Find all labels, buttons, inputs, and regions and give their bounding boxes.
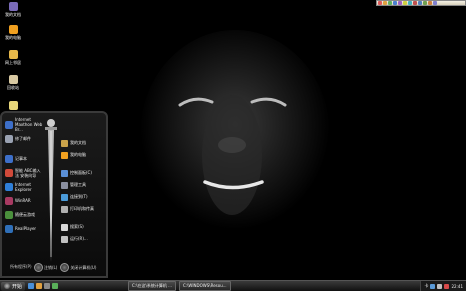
desktop-icon-recycle-bin[interactable]: 回收站 — [2, 75, 24, 90]
tray-clock[interactable]: 22:41 — [451, 284, 463, 289]
toolbar-icon[interactable] — [408, 1, 412, 5]
start-menu-item[interactable]: Internet Explorer — [5, 181, 43, 192]
browser-icon — [5, 120, 13, 129]
notepad-icon — [5, 154, 13, 163]
start-menu-places-list: 我的文档 我的电脑 控制面板(C) 管理工具 连接到(T) 打印机和传真 搜索(… — [61, 138, 105, 268]
toolbar-icon[interactable] — [433, 1, 437, 5]
start-menu-place[interactable]: 我的文档 — [61, 138, 105, 148]
shutdown-button[interactable]: 关闭计算机(U) — [60, 263, 96, 272]
start-menu-item[interactable]: 记事本 — [5, 153, 43, 164]
start-menu: Internet Maxthon Web Br... 修了邮件 记事本 智能 A… — [0, 111, 108, 278]
volume-icon[interactable] — [437, 283, 443, 289]
windows-orb-icon — [4, 283, 10, 289]
start-menu-item[interactable]: WinRAR — [5, 195, 43, 206]
printer-icon — [61, 205, 68, 213]
toolbar-icon[interactable] — [413, 1, 417, 5]
power-icon — [60, 263, 70, 272]
toolbar-icon[interactable] — [393, 1, 397, 5]
ime-icon — [5, 168, 13, 177]
start-menu-item[interactable]: 智能 ABC输入法 安装向导 — [5, 167, 43, 178]
mail-icon — [5, 134, 13, 143]
toolbar-icon[interactable] — [398, 1, 402, 5]
quick-launch-icon[interactable] — [28, 283, 35, 289]
start-button[interactable]: 开始 — [1, 281, 26, 291]
realplayer-icon — [5, 224, 13, 233]
quick-launch-icon[interactable] — [52, 283, 59, 289]
connect-icon — [61, 193, 68, 201]
toolbar-icon[interactable] — [378, 1, 382, 5]
taskbar-window-button[interactable]: C:\在这\系统计算机 ... — [128, 281, 176, 291]
start-menu-item[interactable]: RealPlayer — [5, 223, 43, 234]
logoff-button[interactable]: 注销(L) — [34, 263, 57, 272]
start-menu-place[interactable]: 搜索(S) — [61, 222, 105, 232]
folder-icon — [8, 2, 18, 11]
computer-icon — [61, 151, 68, 159]
start-menu-pinned-list: Internet Maxthon Web Br... 修了邮件 记事本 智能 A… — [5, 117, 43, 269]
sword-decoration-icon — [45, 119, 57, 262]
start-menu-footer: 注销(L) 关闭计算机(U) — [34, 263, 96, 272]
documents-icon — [61, 139, 68, 147]
admin-tools-icon — [61, 181, 68, 189]
start-menu-place[interactable]: 控制面板(C) — [61, 168, 105, 178]
control-panel-icon — [61, 169, 68, 177]
search-icon — [61, 223, 68, 231]
network-icon[interactable] — [430, 283, 436, 289]
recycle-bin-icon — [8, 75, 18, 84]
internet-explorer-icon — [5, 182, 13, 191]
toolbar-icon[interactable] — [418, 1, 422, 5]
quick-launch-icon[interactable] — [36, 283, 43, 289]
toolbar-icon[interactable] — [428, 1, 432, 5]
start-menu-place[interactable]: 打印机和传真 — [61, 204, 105, 214]
taskbar: 开始 C:\在这\系统计算机 ... C:\WINDOWS\Resou... 卡… — [0, 280, 466, 291]
toolbar-icon[interactable] — [423, 1, 427, 5]
toolbar-icon[interactable] — [388, 1, 392, 5]
system-tray: 卡 22:41 — [420, 281, 466, 291]
antivirus-icon[interactable] — [444, 283, 450, 289]
start-menu-item[interactable]: 修了邮件 — [5, 133, 43, 144]
quick-launch-icon[interactable] — [44, 283, 51, 289]
start-menu-item[interactable]: 随便云游戏 — [5, 209, 43, 220]
desktop-icon-network[interactable]: 网上邻居 — [2, 50, 24, 65]
toolbar-icon[interactable] — [383, 1, 387, 5]
top-toolbar — [376, 0, 466, 6]
all-programs-button[interactable]: 所有程序(P) — [10, 264, 32, 270]
game-icon — [5, 210, 13, 219]
start-menu-item[interactable]: Internet Maxthon Web Br... — [5, 117, 43, 132]
desktop-icon-my-computer[interactable]: 我的电脑 — [2, 25, 24, 40]
winrar-icon — [5, 196, 13, 205]
start-menu-place[interactable]: 运行(R)... — [61, 234, 105, 244]
network-icon — [8, 50, 18, 59]
folder-icon — [8, 101, 18, 110]
taskbar-window-button[interactable]: C:\WINDOWS\Resou... — [178, 281, 231, 291]
toolbar-icon[interactable] — [403, 1, 407, 5]
desktop-icon-folder[interactable] — [2, 101, 24, 110]
run-icon — [61, 235, 68, 243]
computer-icon — [8, 25, 18, 34]
start-menu-place[interactable]: 管理工具 — [61, 180, 105, 190]
quick-launch — [28, 283, 59, 289]
logoff-icon — [34, 263, 43, 272]
tray-text: 卡 — [424, 283, 429, 288]
start-menu-place[interactable]: 连接到(T) — [61, 192, 105, 202]
start-menu-place[interactable]: 我的电脑 — [61, 150, 105, 160]
desktop-icon-my-documents[interactable]: 我的文档 — [2, 2, 24, 17]
